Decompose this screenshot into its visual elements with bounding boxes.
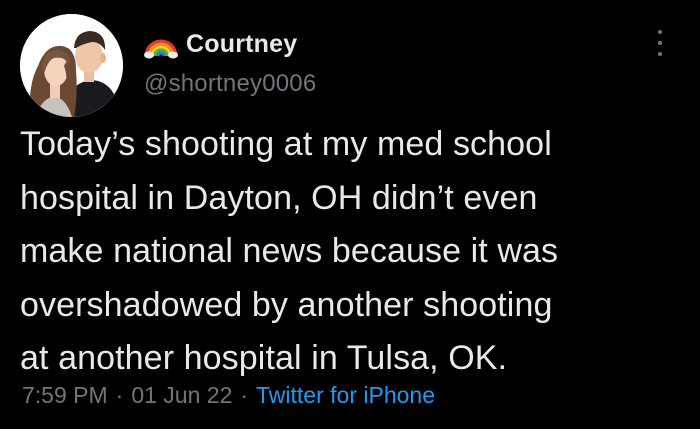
tweet-text-line: hospital in Dayton, OH didn’t even [20, 178, 538, 217]
meta-separator: · [240, 382, 249, 408]
tweet-metadata: 7:59 PM · 01 Jun 22 · Twitter for iPhone [22, 382, 435, 409]
tweet-text-line: overshadowed by another shooting [20, 285, 553, 324]
tweet-card: Courtney @shortney0006 Today’s shooting … [0, 0, 700, 429]
avatar[interactable] [20, 14, 123, 117]
rainbow-emoji-icon [144, 39, 178, 59]
display-name[interactable]: Courtney [186, 30, 297, 59]
couple-illustration-icon [20, 14, 123, 117]
tweet-text: Today’s shooting at my med school hospit… [20, 118, 680, 386]
more-dot [658, 52, 662, 56]
tweet-time[interactable]: 7:59 PM [22, 382, 108, 409]
meta-separator: · [115, 382, 124, 408]
more-dot [658, 41, 662, 45]
tweet-date[interactable]: 01 Jun 22 [131, 382, 232, 409]
author-name-row[interactable]: Courtney [144, 28, 297, 60]
tweet-source-link[interactable]: Twitter for iPhone [256, 382, 435, 409]
user-handle[interactable]: @shortney0006 [144, 70, 316, 98]
tweet-text-line: make national news because it was [20, 232, 559, 270]
more-dot [658, 30, 662, 34]
more-options-icon[interactable] [648, 26, 672, 60]
tweet-text-line: Today’s shooting at my med school [20, 125, 552, 163]
tweet-text-line: at another hospital in Tulsa, OK. [20, 339, 508, 377]
